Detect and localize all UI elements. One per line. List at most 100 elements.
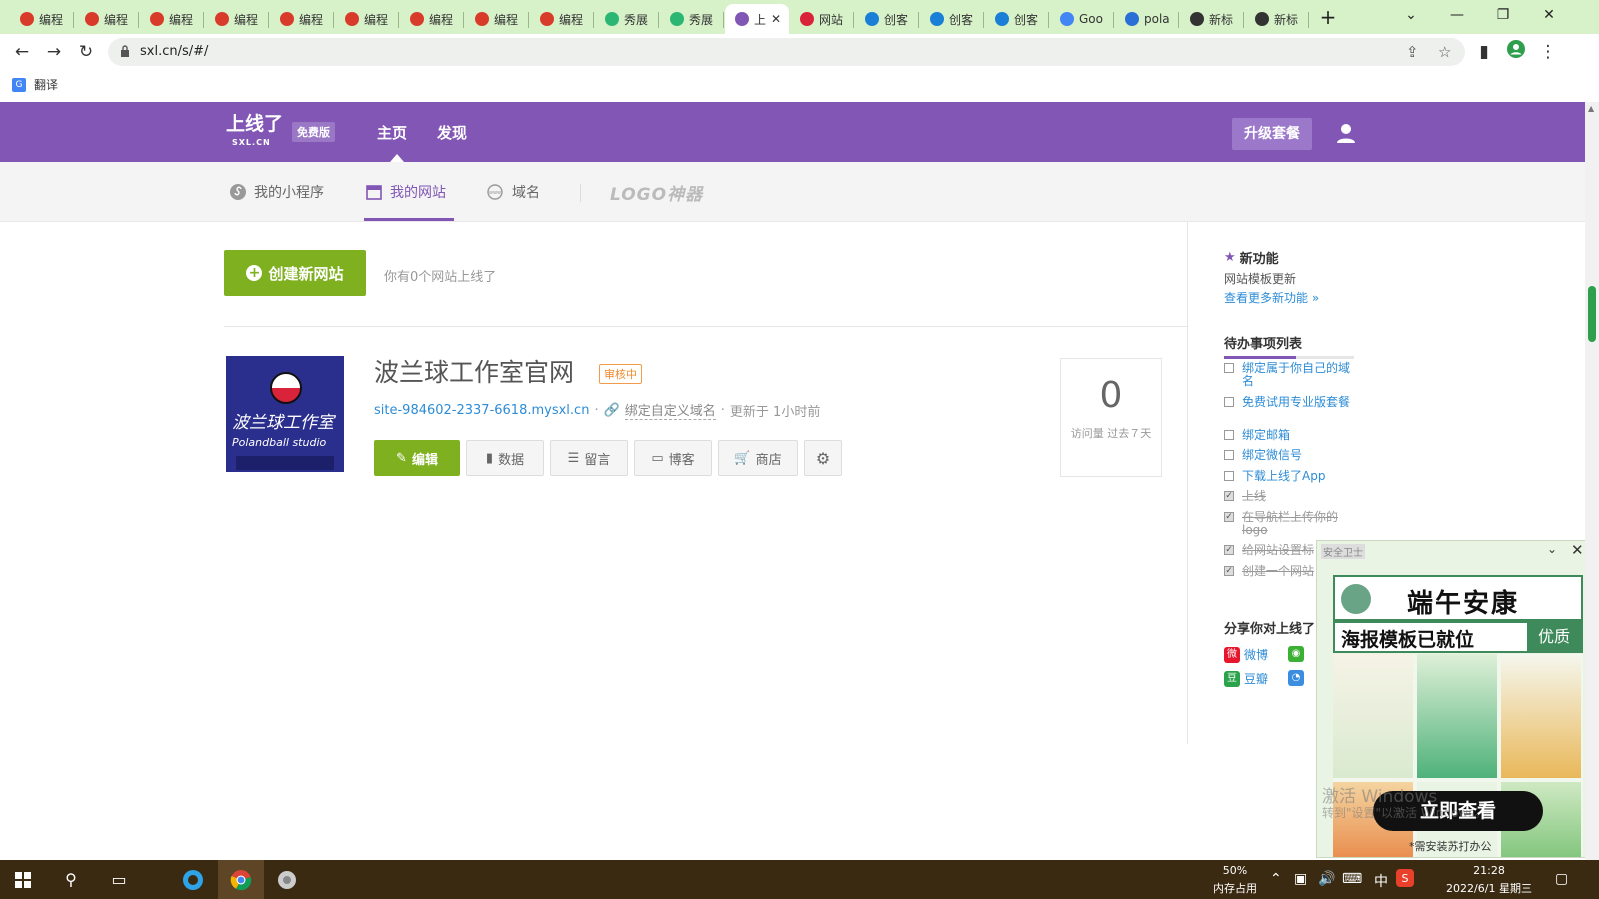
browser-tab[interactable]: 网站 xyxy=(790,4,854,34)
blog-button[interactable]: ▭ 博客 xyxy=(634,440,712,476)
clock-time[interactable]: 21:28 xyxy=(1424,864,1554,877)
edit-button[interactable]: ✎ 编辑 xyxy=(374,440,460,476)
share-wechat[interactable]: ◉ xyxy=(1288,646,1304,662)
back-icon[interactable]: ← xyxy=(10,40,34,64)
browser-tab[interactable]: 新标 xyxy=(1245,4,1309,34)
logo-tool-link[interactable]: LOGO神器 xyxy=(610,180,703,205)
address-bar[interactable]: sxl.cn/s/#/ ⇪ ☆ xyxy=(108,38,1465,66)
browser-tab[interactable]: Goo xyxy=(1050,4,1114,34)
ime-indicator[interactable]: 中 xyxy=(1374,871,1388,891)
start-button[interactable] xyxy=(0,860,46,899)
search-icon[interactable]: ⚲ xyxy=(48,860,94,899)
volume-icon[interactable]: 🔊 xyxy=(1318,871,1335,887)
chrome-icon[interactable] xyxy=(218,860,264,899)
share-icon[interactable]: ⇪ xyxy=(1406,43,1419,61)
nav-discover[interactable]: 发现 xyxy=(437,122,467,143)
bookmark-translate[interactable]: G 翻译 xyxy=(12,76,58,93)
more-features-link[interactable]: 查看更多新功能 » xyxy=(1224,289,1319,306)
minimize-icon[interactable]: — xyxy=(1434,0,1480,30)
browser-tab[interactable]: 编程 xyxy=(205,4,269,34)
browser-tab[interactable]: 上 ✕ xyxy=(725,4,789,34)
tab-mini-program[interactable]: 我的小程序 xyxy=(230,182,324,202)
browser-tab[interactable]: 新标 xyxy=(1180,4,1244,34)
todo-item[interactable]: 绑定微信号 xyxy=(1224,449,1354,462)
todo-item[interactable]: ✓ 在导航栏上传你的logo xyxy=(1224,511,1354,537)
settings-button[interactable]: ⚙ xyxy=(804,440,842,476)
site-header: 上线了 SXL.CN 免费版 主页 发现 升级套餐 xyxy=(0,102,1585,162)
browser-tab[interactable]: 编程 xyxy=(140,4,204,34)
clock-date[interactable]: 2022/6/1 星期三 xyxy=(1424,880,1554,896)
nav-home[interactable]: 主页 xyxy=(377,122,407,143)
keyboard-icon[interactable]: ⌨ xyxy=(1342,871,1362,887)
sogou-icon[interactable]: S xyxy=(1396,869,1414,891)
task-view-icon[interactable]: ▭ xyxy=(96,860,142,899)
menu-icon[interactable]: ⋮ xyxy=(1536,40,1560,64)
browser-tab[interactable]: 编程 xyxy=(10,4,74,34)
todo-checkbox[interactable] xyxy=(1224,397,1234,407)
tab-domains[interactable]: www 域名 xyxy=(486,182,540,202)
todo-checkbox[interactable] xyxy=(1224,430,1234,440)
todo-checkbox[interactable]: ✓ xyxy=(1224,512,1234,522)
browser-tab[interactable]: 秀展 xyxy=(660,4,724,34)
share-douban[interactable]: 豆 豆瓣 xyxy=(1224,670,1268,687)
site-domain-link[interactable]: site-984602-2337-6618.mysxl.cn xyxy=(374,403,589,418)
tab-my-sites[interactable]: 我的网站 xyxy=(366,182,446,202)
ad-collapse-icon[interactable]: ⌄ xyxy=(1547,542,1557,556)
browser-tab[interactable]: 编程 xyxy=(400,4,464,34)
side-panel-icon[interactable]: ▮ xyxy=(1472,40,1496,64)
browser-tab[interactable]: 编程 xyxy=(335,4,399,34)
todo-item[interactable]: 绑定邮箱 xyxy=(1224,429,1354,442)
browser-tab[interactable]: 秀展 xyxy=(595,4,659,34)
create-site-button[interactable]: + 创建新网站 xyxy=(224,250,366,296)
todo-item[interactable]: 免费试用专业版套餐 xyxy=(1224,396,1354,409)
todo-checkbox[interactable] xyxy=(1224,363,1234,373)
bind-domain-link[interactable]: 绑定自定义域名 xyxy=(624,400,716,420)
user-icon[interactable] xyxy=(1335,122,1357,144)
tray-expand-icon[interactable]: ⌃ xyxy=(1270,871,1282,887)
page-scrollbar[interactable]: ▲ xyxy=(1585,102,1599,860)
site-thumbnail[interactable]: 波兰球工作室 Polandball studio xyxy=(226,356,344,472)
tab-search-icon[interactable]: ⌄ xyxy=(1388,0,1434,30)
browser-tab[interactable]: 编程 xyxy=(75,4,139,34)
bookmark-star-icon[interactable]: ☆ xyxy=(1438,43,1451,61)
upgrade-button[interactable]: 升级套餐 xyxy=(1232,118,1312,150)
site-title[interactable]: 波兰球工作室官网 xyxy=(374,353,574,389)
close-window-icon[interactable]: ✕ xyxy=(1526,0,1572,30)
share-qq[interactable]: ◔ xyxy=(1288,670,1304,686)
bird-icon xyxy=(865,12,879,26)
shop-button[interactable]: 🛒 商店 xyxy=(718,440,798,476)
edge-icon[interactable] xyxy=(170,860,216,899)
browser-tab[interactable]: pola xyxy=(1115,4,1179,34)
data-button[interactable]: ▮ 数据 xyxy=(466,440,544,476)
sxl-logo[interactable]: 上线了 xyxy=(226,114,283,134)
app-icon[interactable] xyxy=(264,860,310,899)
forward-icon[interactable]: → xyxy=(42,40,66,64)
messages-button[interactable]: ☰ 留言 xyxy=(550,440,628,476)
restore-icon[interactable]: ❐ xyxy=(1480,0,1526,30)
reload-icon[interactable]: ↻ xyxy=(74,40,98,64)
todo-item[interactable]: 绑定属于你自己的域名 xyxy=(1224,362,1354,388)
close-tab-icon[interactable]: ✕ xyxy=(771,12,781,26)
new-tab-button[interactable]: + xyxy=(1316,4,1340,30)
network-icon[interactable]: ▣ xyxy=(1294,871,1307,887)
notification-icon[interactable]: ▢ xyxy=(1555,871,1568,887)
todo-checkbox[interactable]: ✓ xyxy=(1224,545,1234,555)
todo-checkbox[interactable] xyxy=(1224,471,1234,481)
browser-tab[interactable]: 创客 xyxy=(985,4,1049,34)
todo-item[interactable]: 下载上线了App xyxy=(1224,470,1354,483)
ad-tag: 优质 xyxy=(1527,623,1581,651)
browser-tab[interactable]: 编程 xyxy=(465,4,529,34)
scroll-up-icon[interactable]: ▲ xyxy=(1588,104,1594,113)
browser-tab[interactable]: 创客 xyxy=(920,4,984,34)
share-weibo[interactable]: 微 微博 xyxy=(1224,646,1268,663)
todo-item[interactable]: ✓ 上线 xyxy=(1224,490,1354,503)
scrollbar-thumb[interactable] xyxy=(1588,286,1596,342)
todo-checkbox[interactable]: ✓ xyxy=(1224,491,1234,501)
browser-tab[interactable]: 编程 xyxy=(530,4,594,34)
browser-tab[interactable]: 编程 xyxy=(270,4,334,34)
ad-close-icon[interactable]: ✕ xyxy=(1571,541,1584,559)
profile-avatar[interactable] xyxy=(1504,40,1528,64)
browser-tab[interactable]: 创客 xyxy=(855,4,919,34)
todo-checkbox[interactable] xyxy=(1224,450,1234,460)
todo-checkbox[interactable]: ✓ xyxy=(1224,566,1234,576)
